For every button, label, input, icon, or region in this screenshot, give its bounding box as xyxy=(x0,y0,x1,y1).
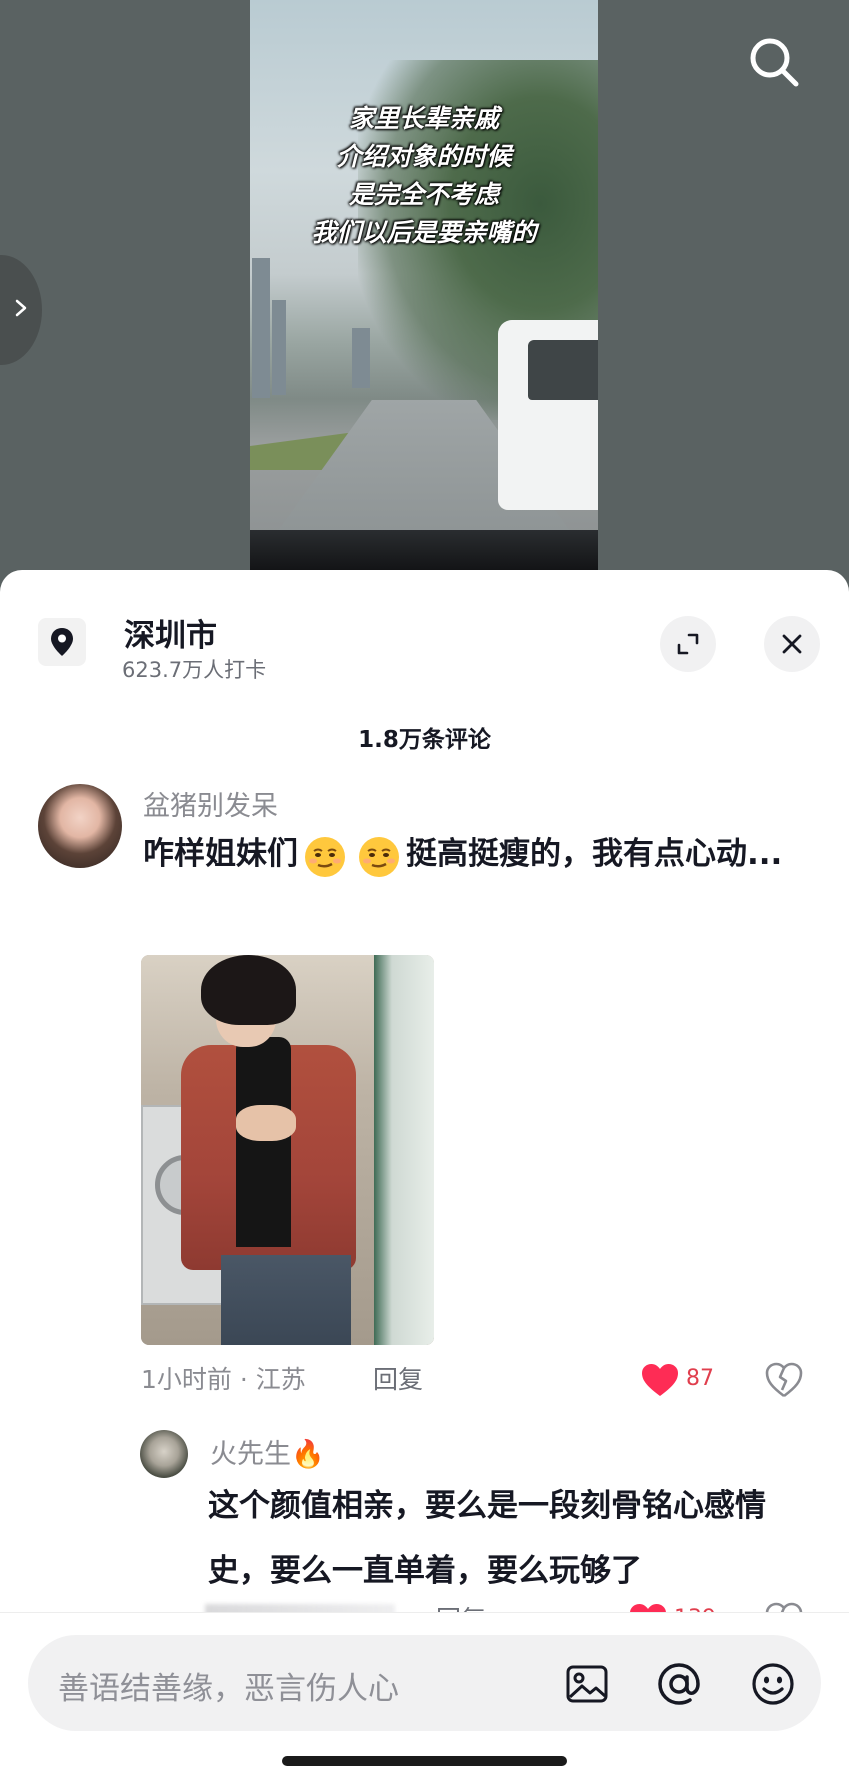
video-car-window xyxy=(528,340,598,400)
caption-line: 家里长辈亲戚 xyxy=(348,104,499,133)
video-player[interactable] xyxy=(250,0,598,570)
photo-jeans xyxy=(221,1255,351,1345)
avatar[interactable] xyxy=(38,784,122,868)
comment-input-placeholder: 善语结善缘，恶言伤人心 xyxy=(58,1671,399,1707)
avatar[interactable] xyxy=(140,1430,188,1478)
search-icon xyxy=(750,38,799,87)
expand-icon xyxy=(677,633,699,655)
location-name[interactable]: 深圳市 xyxy=(124,610,217,655)
comment-image[interactable] xyxy=(141,955,434,1345)
location-checkin-count: 623.7万人打卡 xyxy=(122,658,267,682)
video-building xyxy=(252,258,270,398)
comment-text: 咋样姐妹们 挺高挺瘦的，我有点心动... xyxy=(143,822,803,887)
comment-text: 这个颜值相亲，要么是一段刻骨铭心感情史，要么一直单着，要么玩够了 xyxy=(208,1488,766,1589)
search-button[interactable] xyxy=(744,32,806,94)
chevron-right-icon xyxy=(15,299,27,317)
video-dashboard xyxy=(250,530,598,570)
comment-input-bar: 善语结善缘，恶言伤人心 xyxy=(0,1612,849,1785)
comment-panel: 深圳市 623.7万人打卡 1.8万条评论 盆猪别发呆 咋样姐妹们 挺高挺瘦的，… xyxy=(0,570,849,1785)
smirk-emoji-icon xyxy=(305,836,345,877)
location-pin-icon xyxy=(51,628,73,656)
heart-icon[interactable] xyxy=(640,1362,680,1398)
caption-line: 我们以后是要亲嘴的 xyxy=(311,218,537,247)
close-icon xyxy=(782,634,802,654)
comment-count: 1.8万条评论 xyxy=(358,727,491,753)
video-caption: 家里长辈亲戚 介绍对象的时候 是完全不考虑 我们以后是要亲嘴的 xyxy=(250,100,598,252)
like-count: 87 xyxy=(686,1366,714,1391)
comment-text-part: 挺高挺瘦的，我有点心动... xyxy=(406,836,783,872)
comment-username[interactable]: 盆猪别发呆 xyxy=(143,784,278,823)
photo-hair xyxy=(201,955,296,1025)
video-building xyxy=(272,300,286,395)
photo-door xyxy=(374,955,434,1345)
home-indicator xyxy=(282,1756,567,1766)
smirk-emoji-icon xyxy=(359,836,399,877)
location-badge[interactable] xyxy=(38,618,86,666)
comment-username[interactable]: 火先生🔥 xyxy=(210,1432,325,1471)
image-icon[interactable] xyxy=(562,1659,612,1709)
emoji-icon[interactable] xyxy=(748,1659,798,1709)
reply-button[interactable]: 回复 xyxy=(373,1360,423,1396)
caption-line: 是完全不考虑 xyxy=(348,180,499,209)
comment-text-part: 咋样姐妹们 xyxy=(143,836,298,872)
comment-time-location: 1小时前 · 江苏 xyxy=(141,1365,306,1394)
photo-shirt xyxy=(236,1037,291,1247)
close-button[interactable] xyxy=(764,616,820,672)
at-icon[interactable] xyxy=(654,1659,704,1709)
comment-input[interactable]: 善语结善缘，恶言伤人心 xyxy=(28,1635,821,1731)
caption-line: 介绍对象的时候 xyxy=(336,142,512,171)
broken-heart-icon[interactable] xyxy=(764,1360,804,1400)
expand-button[interactable] xyxy=(660,616,716,672)
photo-hands xyxy=(236,1105,296,1141)
